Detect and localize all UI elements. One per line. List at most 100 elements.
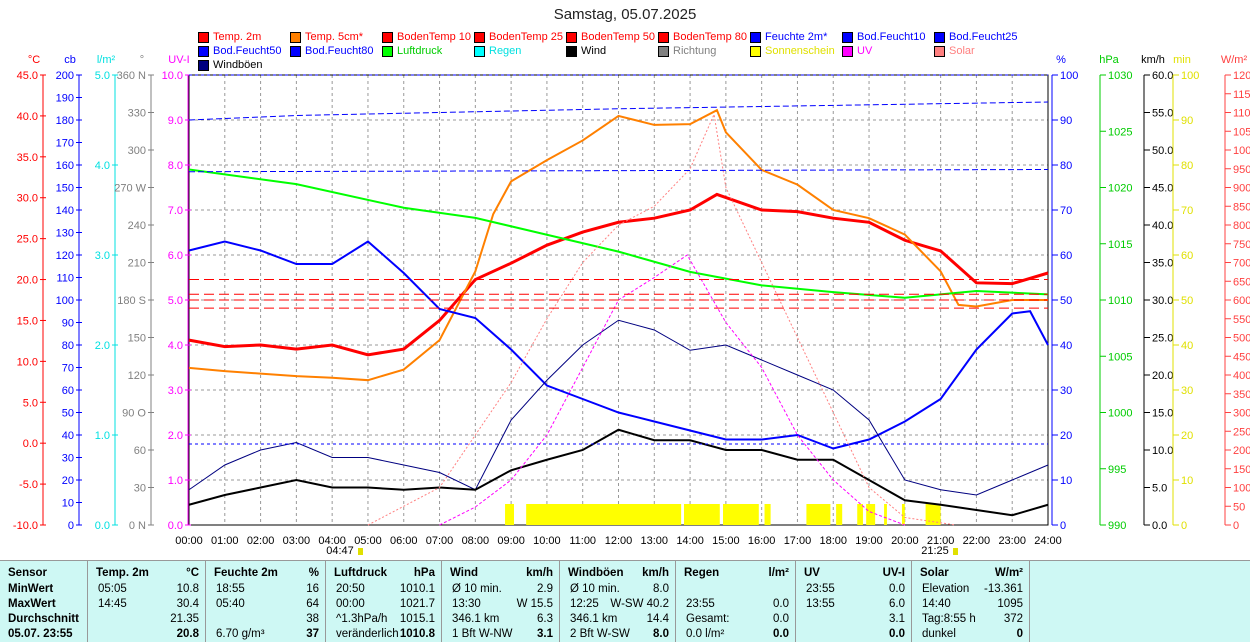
- header-unit: UV-I: [882, 567, 905, 579]
- table-column: Regen l/m² 23:55 0.0 Gesamt: 0.0 0.0 l/m² 0.0: [676, 561, 796, 642]
- table-cell: ^1.3hPa/h 1015.1: [334, 613, 435, 628]
- axis-tick-label: 1100: [1233, 108, 1250, 120]
- cell-value: W 15.5: [516, 598, 553, 610]
- cell-label: Elevation: [922, 583, 970, 595]
- cell-value: 10.8: [176, 583, 199, 595]
- axis-tick-label: 10: [1181, 475, 1193, 487]
- axis-tick-label: 10.0: [17, 356, 38, 368]
- axis-tick-label: 180 S: [117, 295, 146, 307]
- cell-label: 14:45: [98, 598, 127, 610]
- axis-tick-label: 40: [1060, 340, 1072, 352]
- axis-unit: %: [1056, 54, 1066, 66]
- axis-tick-label: 25.0: [1152, 333, 1173, 345]
- axis-tick-label: 20.0: [1152, 370, 1173, 382]
- cell-value: 372: [1003, 613, 1023, 625]
- table-cell: 23:55 0.0: [804, 583, 905, 598]
- axis-tick-label: 40: [1181, 340, 1193, 352]
- cell-value: 1021.7: [399, 598, 435, 610]
- cell-label: 20:50: [336, 583, 365, 595]
- header-label: UV: [804, 567, 820, 579]
- axis-tick-label: 45.0: [1152, 183, 1173, 195]
- x-tick-label: 17:00: [784, 535, 812, 547]
- table-column: Windböen km/h Ø 10 min. 8.0 12:25 W-SW 40.2 34…: [560, 561, 676, 642]
- axis-tick-label: 120: [56, 250, 74, 262]
- table-cell: Elevation -13.361: [920, 583, 1023, 598]
- sunshine-bar: [884, 504, 887, 525]
- sunshine-bar: [764, 504, 771, 525]
- x-tick-label: 07:00: [426, 535, 454, 547]
- axis-tick-label: 990: [1108, 520, 1126, 532]
- axis-tick-label: 6.0: [168, 250, 183, 262]
- axis-tick-label: 10: [1060, 475, 1072, 487]
- table-header: Wind km/h: [450, 567, 553, 582]
- axis-tick-label: 70: [1060, 205, 1072, 217]
- x-tick-label: 19:00: [855, 535, 883, 547]
- table-cell: 18:55 16: [214, 583, 319, 598]
- cell-value: 8.0: [653, 628, 669, 640]
- cell-label: 23:55: [686, 598, 715, 610]
- axis-tick-label: 40.0: [1152, 220, 1173, 232]
- axis-tick-label: 45.0: [17, 70, 38, 82]
- axis-tick-label: 40: [62, 430, 74, 442]
- axis-tick-label: 50.0: [1152, 145, 1173, 157]
- x-tick-label: 10:00: [533, 535, 561, 547]
- table-column: Temp. 2m °C 05:05 10.8 14:45 30.4 21.35 20.8: [88, 561, 206, 642]
- axis-tick-label: 330: [128, 108, 146, 120]
- axis-tick-label: 80: [1060, 160, 1072, 172]
- x-tick-label: 00:00: [175, 535, 203, 547]
- axis-tick-label: 50: [1233, 501, 1245, 513]
- header-label: Feuchte 2m: [214, 567, 278, 579]
- cell-label: 2 Bft W-SW: [570, 628, 630, 640]
- table-cell: 05:40 64: [214, 598, 319, 613]
- x-tick-label: 13:00: [641, 535, 669, 547]
- header-unit: hPa: [413, 567, 435, 579]
- axis-unit: °: [140, 54, 144, 66]
- sunshine-bar: [683, 504, 720, 525]
- sunshine-bar: [526, 504, 682, 525]
- header-unit: km/h: [642, 567, 669, 579]
- axis-tick-label: 35.0: [1152, 258, 1173, 270]
- header-label: Solar: [920, 567, 949, 579]
- cell-value: 64: [306, 598, 319, 610]
- axis-tick-label: 80: [62, 340, 74, 352]
- axis-tick-label: 7.0: [168, 205, 183, 217]
- axis-tick-label: 160: [56, 160, 74, 172]
- axis-tick-label: 1.0: [95, 430, 110, 442]
- axis-tick-label: 60: [134, 445, 146, 457]
- axis-tick-label: 1020: [1108, 183, 1132, 195]
- table-cell: [684, 583, 789, 598]
- cell-label: 00:00: [336, 598, 365, 610]
- axis-unit: °C: [28, 54, 40, 66]
- table-cell: 38: [214, 613, 319, 628]
- axis-tick-label: 50: [62, 408, 74, 420]
- cell-value: 37: [306, 628, 319, 640]
- table-cell: 23:55 0.0: [684, 598, 789, 613]
- cell-value: 0.0: [773, 613, 789, 625]
- sunshine-bar: [505, 504, 514, 525]
- header-label: Wind: [450, 567, 478, 579]
- cell-value: 1010.1: [399, 583, 435, 595]
- x-tick-label: 15:00: [712, 535, 740, 547]
- x-tick-label: 18:00: [819, 535, 847, 547]
- table-cell: Gesamt: 0.0: [684, 613, 789, 628]
- axis-tick-label: 550: [1233, 314, 1250, 326]
- axis-tick-label: 4.0: [168, 340, 183, 352]
- axis-tick-label: 5.0: [1152, 483, 1167, 495]
- sunshine-bar: [901, 504, 905, 525]
- axis-tick-label: 70: [62, 363, 74, 375]
- cell-value: 30.4: [176, 598, 199, 610]
- axis-tick-label: 5.0: [95, 70, 110, 82]
- cell-value: 16: [306, 583, 319, 595]
- x-tick-label: 11:00: [569, 535, 596, 547]
- cell-label: 346.1 km: [570, 613, 618, 625]
- cell-label: 05:05: [98, 583, 127, 595]
- table-header: Sensor: [8, 567, 81, 582]
- axis-tick-label: 2.0: [95, 340, 110, 352]
- axis-tick-label: 0: [1233, 520, 1239, 532]
- header-label: Windböen: [568, 567, 624, 579]
- cell-value: 3.1: [537, 628, 553, 640]
- axis-tick-label: 100: [56, 295, 74, 307]
- axis-tick-label: 1030: [1108, 70, 1132, 82]
- axis-tick-label: 150: [1233, 464, 1250, 476]
- table-cell: Ø 10 min. 2.9: [450, 583, 553, 598]
